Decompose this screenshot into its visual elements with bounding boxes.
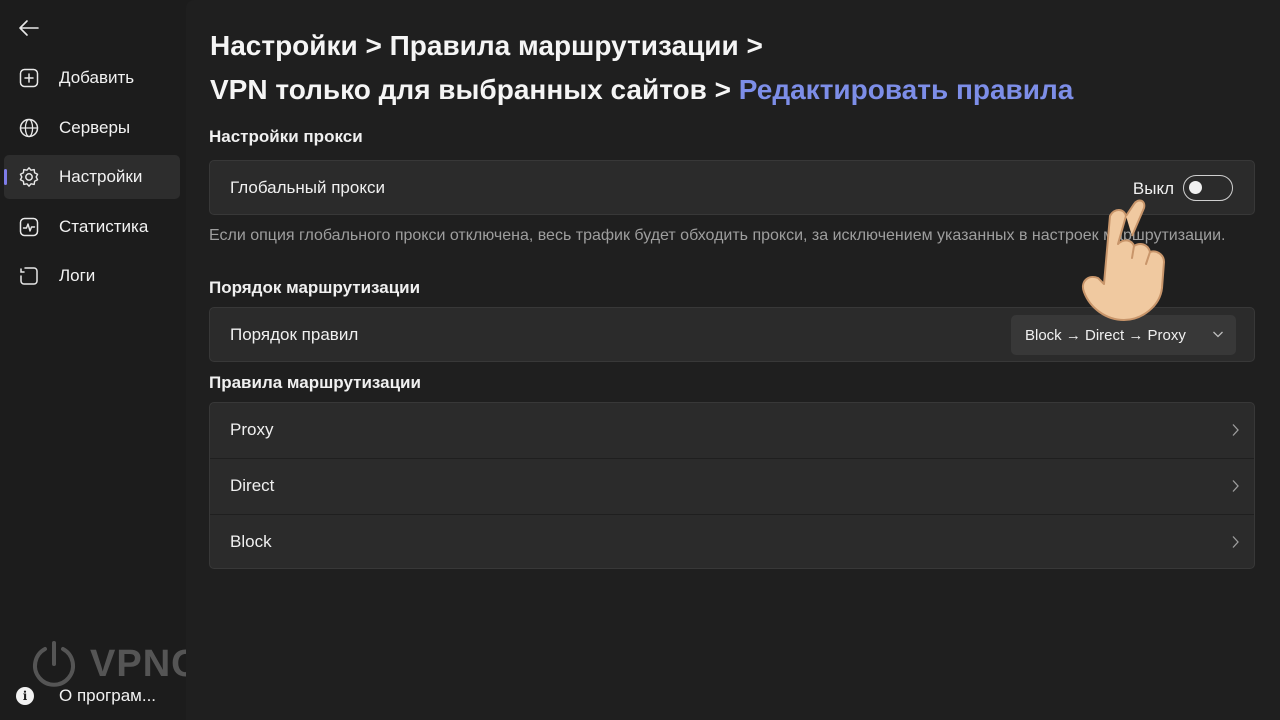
rule-row-label: Block [230,532,272,551]
globe-icon [18,117,40,139]
gear-icon [18,166,40,188]
rule-row-direct[interactable]: Direct [210,458,1254,514]
active-indicator [4,169,7,185]
info-icon: i [16,687,34,705]
sidebar-item-label: Серверы [59,118,131,137]
breadcrumb-vpn-sites[interactable]: VPN только для выбранных сайтов [210,74,707,105]
chart-icon [18,216,40,238]
proxy-settings-title: Настройки прокси [209,127,363,146]
about-button[interactable]: i О програм... [12,676,182,716]
routing-order-value: Block → Direct → Proxy [1025,326,1186,344]
sidebar-item-settings[interactable]: Настройки [4,155,180,199]
routing-rules-title: Правила маршрутизации [209,373,421,392]
log-icon [18,265,40,287]
rule-row-label: Direct [230,476,275,495]
rule-row-block[interactable]: Block [210,514,1254,570]
sidebar-item-label: Статистика [59,217,149,236]
breadcrumb-separator: > [706,74,739,105]
breadcrumb: Настройки > Правила маршрутизации > VPN … [210,24,1250,112]
global-proxy-label: Глобальный прокси [230,178,385,197]
back-button[interactable] [12,12,46,44]
main-panel: Настройки > Правила маршрутизации > VPN … [186,0,1280,720]
chevron-right-icon [1232,424,1239,436]
chevron-right-icon [1232,536,1239,548]
routing-rules-card: Proxy Direct Block [209,402,1255,569]
global-proxy-toggle[interactable] [1183,175,1233,201]
sidebar: Добавить Серверы Настройки Статистика Ло… [0,0,229,720]
breadcrumb-settings[interactable]: Настройки [210,30,358,61]
toggle-knob [1189,181,1202,194]
rule-row-label: Proxy [230,420,274,439]
sidebar-item-servers[interactable]: Серверы [4,106,180,150]
sidebar-item-logs[interactable]: Логи [4,254,180,298]
breadcrumb-separator: > [357,30,390,61]
chevron-right-icon [1232,480,1239,492]
rule-row-proxy[interactable]: Proxy [210,403,1254,459]
breadcrumb-current: Редактировать правила [738,74,1074,105]
chevron-down-icon [1213,331,1223,338]
sidebar-item-add[interactable]: Добавить [4,56,180,100]
arrow-left-icon [19,20,39,36]
routing-order-label: Порядок правил [230,325,359,344]
breadcrumb-separator: > [738,30,763,61]
about-label: О програм... [59,686,157,705]
sidebar-item-label: Логи [59,266,96,285]
sidebar-item-statistics[interactable]: Статистика [4,205,180,249]
add-square-icon [18,67,40,89]
breadcrumb-routing-rules[interactable]: Правила маршрутизации [390,30,739,61]
sidebar-item-label: Настройки [59,167,143,186]
sidebar-item-label: Добавить [59,68,135,87]
routing-order-title: Порядок маршрутизации [209,278,421,297]
pointing-hand-icon [1082,199,1165,321]
